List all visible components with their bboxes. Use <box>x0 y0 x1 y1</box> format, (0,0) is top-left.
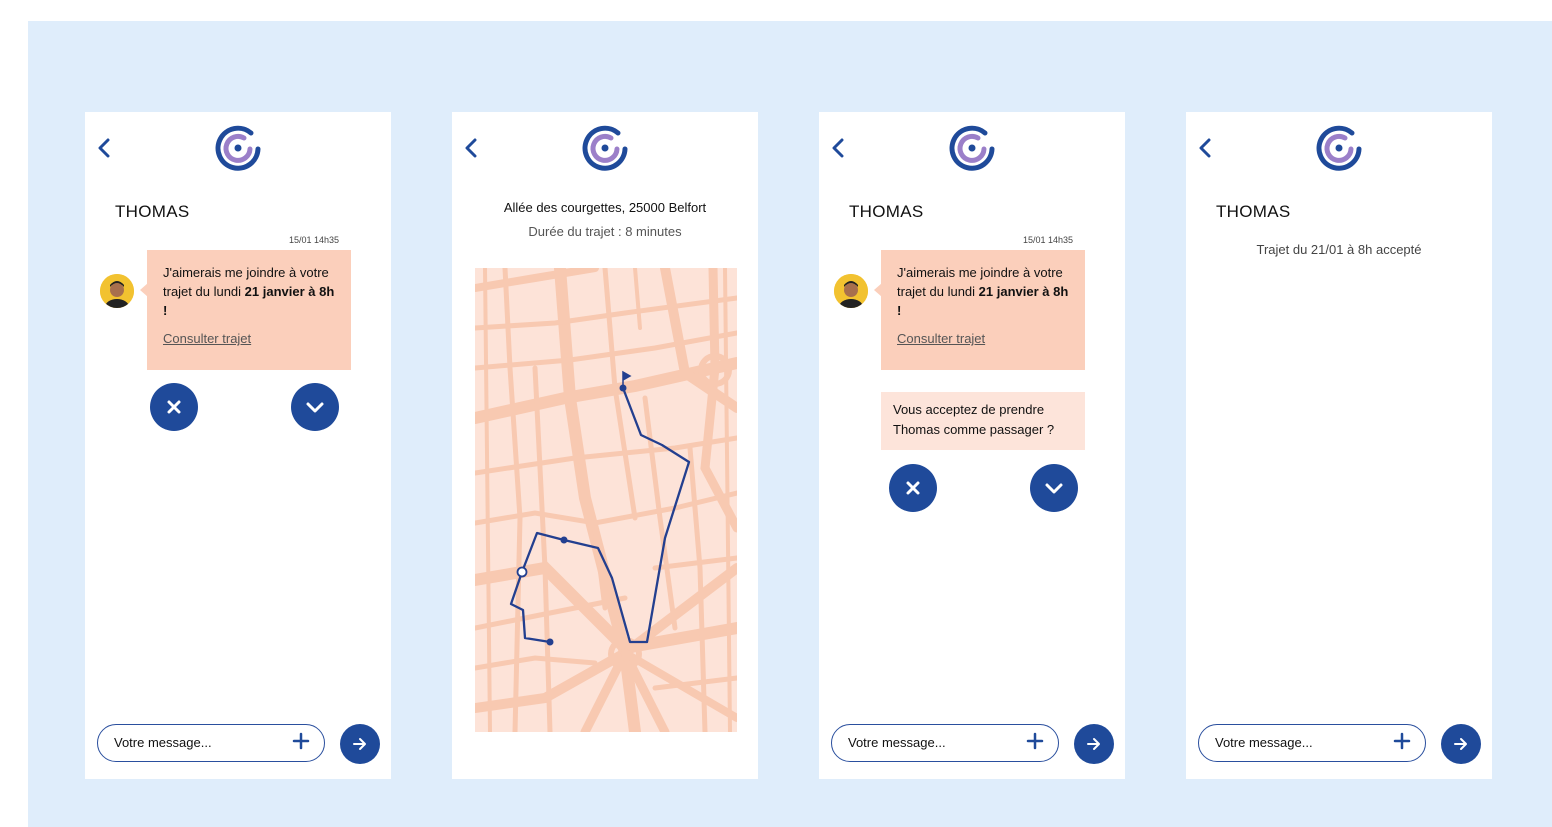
plus-icon[interactable] <box>292 732 310 750</box>
contact-name: THOMAS <box>849 202 924 221</box>
decline-button[interactable] <box>150 383 198 431</box>
back-chevron-icon[interactable] <box>95 138 113 158</box>
send-button[interactable] <box>340 724 380 764</box>
user-avatar-icon <box>834 274 868 308</box>
confirm-question: Vous acceptez de prendre Thomas comme pa… <box>881 392 1085 450</box>
screen-trip-map: Allée des courgettes, 25000 Belfort Duré… <box>452 112 758 779</box>
trip-address: Allée des courgettes, 25000 Belfort <box>503 200 707 215</box>
arrow-right-icon <box>1087 738 1100 750</box>
plus-icon[interactable] <box>1393 732 1411 750</box>
screen-trip-accepted: THOMAS Trajet du 21/01 à 8h accepté Votr… <box>1186 112 1492 779</box>
chevron-down-icon <box>306 402 324 413</box>
canvas-background: THOMAS 15/01 14h35 J'aimerais me joindre… <box>28 21 1552 827</box>
screen-chat-confirm: THOMAS 15/01 14h35 J'aimerais me joindre… <box>819 112 1125 779</box>
decline-button[interactable] <box>889 464 937 512</box>
contact-name: THOMAS <box>115 202 190 221</box>
back-chevron-icon[interactable] <box>462 138 480 158</box>
close-icon <box>906 481 920 495</box>
arrow-right-icon <box>1454 738 1467 750</box>
send-button[interactable] <box>1074 724 1114 764</box>
message-timestamp: 15/01 14h35 <box>288 235 339 245</box>
view-trip-link[interactable]: Consulter trajet <box>163 331 251 346</box>
message-input[interactable]: Votre message... <box>97 724 325 762</box>
close-icon <box>167 400 181 414</box>
view-trip-link[interactable]: Consulter trajet <box>897 331 985 346</box>
message-input[interactable]: Votre message... <box>831 724 1059 762</box>
arrow-right-icon <box>353 738 366 750</box>
app-logo-icon <box>215 125 261 171</box>
trip-accepted-status: Trajet du 21/01 à 8h accepté <box>1256 242 1422 257</box>
message-text: J'aimerais me joindre à votre trajet du … <box>897 265 1069 318</box>
message-input-placeholder: Votre message... <box>114 735 212 750</box>
chevron-down-icon <box>1045 483 1063 494</box>
accept-button[interactable] <box>291 383 339 431</box>
app-logo-icon <box>1316 125 1362 171</box>
message-input[interactable]: Votre message... <box>1198 724 1426 762</box>
route-map[interactable] <box>475 268 737 732</box>
message-input-placeholder: Votre message... <box>1215 735 1313 750</box>
message-text: J'aimerais me joindre à votre trajet du … <box>163 265 335 318</box>
back-chevron-icon[interactable] <box>829 138 847 158</box>
avatar <box>834 274 868 308</box>
accept-button[interactable] <box>1030 464 1078 512</box>
message-input-placeholder: Votre message... <box>848 735 946 750</box>
send-button[interactable] <box>1441 724 1481 764</box>
app-logo-icon <box>582 125 628 171</box>
screen-chat-request: THOMAS 15/01 14h35 J'aimerais me joindre… <box>85 112 391 779</box>
trip-duration: Durée du trajet : 8 minutes <box>528 224 682 239</box>
plus-icon[interactable] <box>1026 732 1044 750</box>
contact-name: THOMAS <box>1216 202 1291 221</box>
back-chevron-icon[interactable] <box>1196 138 1214 158</box>
avatar <box>100 274 134 308</box>
user-avatar-icon <box>100 274 134 308</box>
message-bubble: J'aimerais me joindre à votre trajet du … <box>147 250 351 370</box>
message-timestamp: 15/01 14h35 <box>1022 235 1073 245</box>
app-logo-icon <box>949 125 995 171</box>
message-bubble: J'aimerais me joindre à votre trajet du … <box>881 250 1085 370</box>
